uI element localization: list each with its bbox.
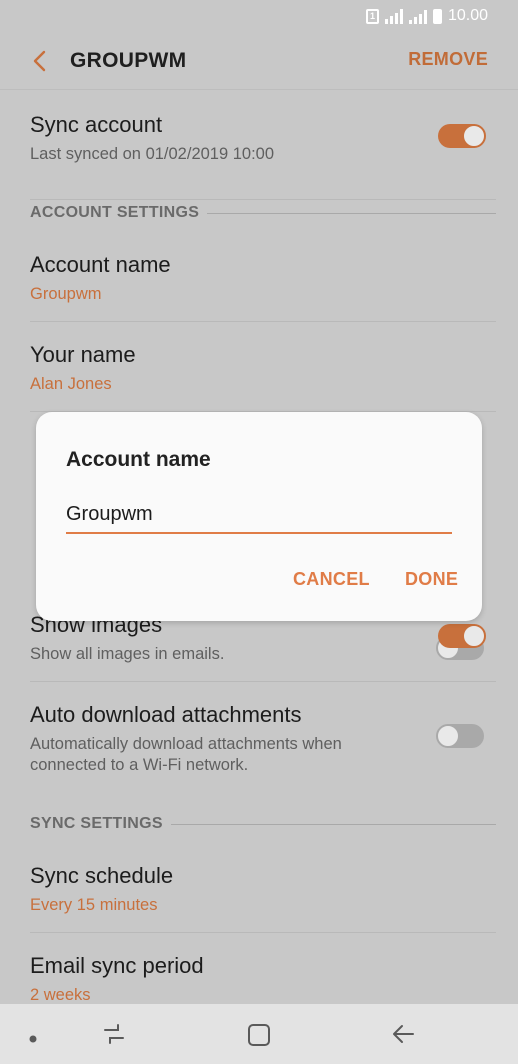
toggle-knob bbox=[462, 624, 486, 648]
dialog-title: Account name bbox=[66, 448, 211, 471]
account-name-value: Groupwm bbox=[30, 285, 102, 303]
status-bar: 1 10.00 bbox=[0, 0, 518, 32]
navigation-bar bbox=[0, 1004, 518, 1064]
nav-dot-button[interactable] bbox=[28, 1031, 38, 1049]
auto-download-subtitle: Automatically download attachments when … bbox=[30, 735, 342, 774]
section-header-label: SYNC SETTINGS bbox=[30, 815, 163, 832]
show-images-subtitle: Show all images in emails. bbox=[30, 645, 225, 663]
your-name-value: Alan Jones bbox=[30, 375, 112, 393]
your-name-title: Your name bbox=[30, 342, 136, 367]
auto-download-row[interactable]: Auto download attachments Automatically … bbox=[30, 702, 496, 794]
battery-icon bbox=[432, 8, 442, 24]
sync-account-title: Sync account bbox=[30, 112, 163, 137]
section-header-label: ACCOUNT SETTINGS bbox=[30, 204, 200, 221]
chevron-left-icon bbox=[33, 50, 46, 71]
account-name-dialog: Account name CANCEL DONE bbox=[36, 412, 482, 621]
back-nav-button[interactable] bbox=[390, 1022, 418, 1051]
cell-signal-icon bbox=[408, 9, 427, 24]
account-name-title: Account name bbox=[30, 252, 171, 277]
done-button[interactable]: DONE bbox=[405, 569, 458, 590]
section-header-sync-settings: SYNC SETTINGS bbox=[30, 815, 496, 833]
sync-account-row[interactable]: Sync account Last synced on 01/02/2019 1… bbox=[30, 112, 496, 200]
back-arrow-icon bbox=[393, 1025, 414, 1043]
sim-card-icon: 1 bbox=[365, 8, 379, 24]
toggle-knob bbox=[462, 124, 486, 148]
auto-download-toggle[interactable] bbox=[436, 724, 484, 748]
app-bar: GROUPWM REMOVE bbox=[0, 32, 518, 90]
your-name-row[interactable]: Your name Alan Jones bbox=[30, 342, 496, 412]
account-name-row[interactable]: Account name Groupwm bbox=[30, 252, 496, 322]
email-sync-period-row[interactable]: Email sync period 2 weeks bbox=[30, 953, 496, 1004]
email-sync-period-value: 2 weeks bbox=[30, 986, 91, 1004]
sync-account-toggle[interactable] bbox=[438, 124, 486, 148]
home-icon bbox=[248, 1024, 270, 1046]
show-images-toggle[interactable] bbox=[438, 624, 486, 648]
show-images-row[interactable]: Show images Show all images in emails. bbox=[30, 612, 496, 682]
dot-icon bbox=[29, 1035, 37, 1043]
sync-account-subtitle: Last synced on 01/02/2019 10:00 bbox=[30, 145, 275, 163]
email-sync-period-title: Email sync period bbox=[30, 953, 204, 978]
remove-button[interactable]: REMOVE bbox=[408, 49, 488, 70]
auto-download-title: Auto download attachments bbox=[30, 702, 302, 727]
wifi-signal-icon bbox=[384, 8, 403, 24]
sync-schedule-value: Every 15 minutes bbox=[30, 896, 158, 914]
section-divider bbox=[207, 212, 496, 214]
section-header-account-settings: ACCOUNT SETTINGS bbox=[30, 204, 496, 222]
recent-apps-button[interactable] bbox=[100, 1022, 128, 1051]
sync-schedule-row[interactable]: Sync schedule Every 15 minutes bbox=[30, 863, 496, 933]
page-title: GROUPWM bbox=[70, 48, 187, 72]
account-name-input[interactable] bbox=[66, 496, 452, 534]
sync-schedule-title: Sync schedule bbox=[30, 863, 174, 888]
toggle-knob bbox=[436, 724, 460, 748]
status-time: 10.00 bbox=[447, 7, 488, 24]
recent-apps-icon bbox=[104, 1024, 124, 1044]
home-button[interactable] bbox=[246, 1022, 272, 1053]
back-button[interactable] bbox=[24, 41, 54, 81]
section-divider bbox=[170, 823, 496, 825]
cancel-button[interactable]: CANCEL bbox=[293, 569, 370, 590]
